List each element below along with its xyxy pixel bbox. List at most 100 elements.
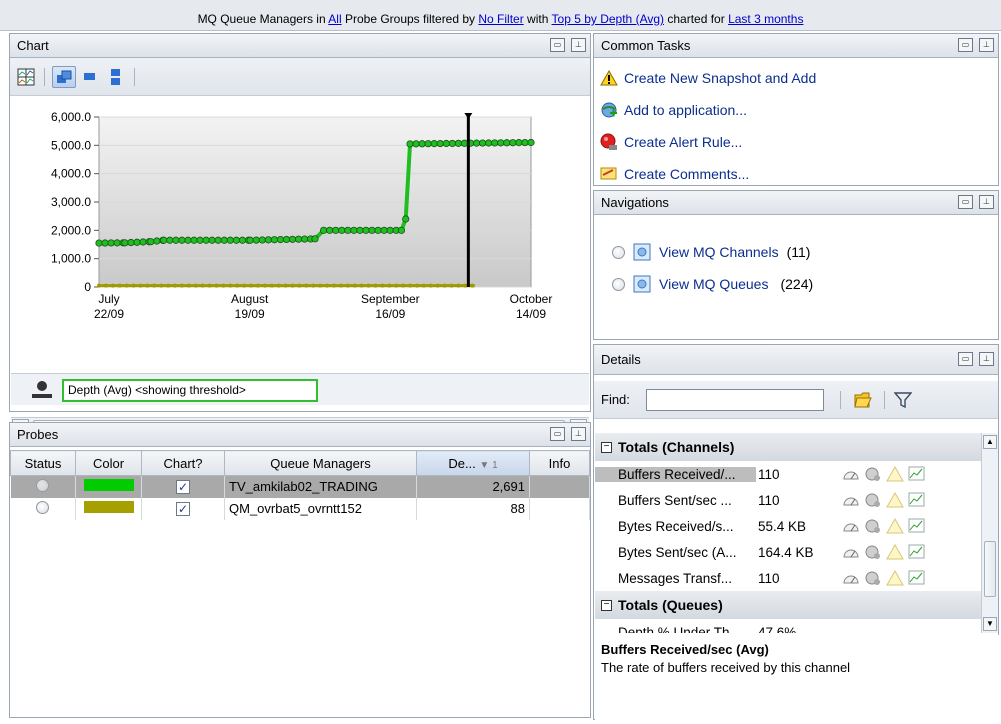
sort-descending-icon: ▼ 1 <box>479 459 498 471</box>
detail-row[interactable]: Bytes Received/s... 55.4 KB <box>595 513 998 539</box>
warning-icon[interactable] <box>886 492 904 508</box>
minimize-icon[interactable]: ▭ <box>958 38 973 52</box>
data-point <box>288 235 297 243</box>
pin-icon[interactable]: ⊥ <box>571 427 586 441</box>
detail-value: 55.4 KB <box>758 518 807 534</box>
column-status[interactable]: Status <box>10 450 76 476</box>
trend-chart-icon[interactable] <box>908 570 926 586</box>
globe-icon[interactable] <box>864 518 882 534</box>
gauge-icon[interactable] <box>842 467 860 481</box>
globe-icon[interactable] <box>864 492 882 508</box>
time-range-link[interactable]: Last 3 months <box>728 12 803 26</box>
status-cell[interactable] <box>10 475 76 498</box>
common-tasks-header: Common Tasks ▭ ⊥ <box>594 34 998 58</box>
data-point <box>153 237 161 245</box>
data-point <box>200 283 205 288</box>
scroll-down-icon[interactable]: ▼ <box>983 617 997 631</box>
column-depth-label: De... <box>448 455 476 471</box>
gauge-icon[interactable] <box>842 545 860 559</box>
minimize-icon[interactable]: ▭ <box>550 38 565 52</box>
overlay-view-button[interactable] <box>52 66 76 88</box>
trend-chart-icon[interactable] <box>908 544 926 560</box>
warning-icon[interactable] <box>886 544 904 560</box>
grid-view-button[interactable] <box>14 66 38 88</box>
details-vertical-scrollbar[interactable]: ▲ ▼ <box>981 433 998 633</box>
probe-group-link[interactable]: All <box>328 12 341 26</box>
filter-link[interactable]: No Filter <box>478 12 523 26</box>
group-totals-channels[interactable]: − Totals (Channels) <box>595 433 998 461</box>
toolbar-separator <box>840 391 841 409</box>
create-snapshot-task[interactable]: Create New Snapshot and Add <box>600 67 816 89</box>
pin-icon[interactable]: ⊥ <box>979 195 994 209</box>
pin-icon[interactable]: ⊥ <box>571 38 586 52</box>
nav-label[interactable]: View MQ Queues <box>659 276 768 292</box>
collapse-icon[interactable]: − <box>601 599 612 611</box>
detail-row[interactable]: Messages Transf... 110 <box>595 565 998 591</box>
stacked-view-button[interactable] <box>104 66 128 88</box>
column-depth[interactable]: De... ▼ 1 <box>416 450 530 476</box>
create-comments-task[interactable]: Create Comments... <box>600 163 749 185</box>
globe-icon[interactable] <box>864 466 882 482</box>
filter-icon[interactable] <box>894 391 912 409</box>
create-alert-rule-task[interactable]: Create Alert Rule... <box>600 131 742 153</box>
gauge-icon[interactable] <box>842 519 860 533</box>
detail-row[interactable]: Buffers Received/... 110 <box>595 461 998 487</box>
common-tasks-title: Common Tasks <box>601 38 691 53</box>
data-point <box>380 283 385 288</box>
chart-toolbar <box>10 58 590 96</box>
minimize-icon[interactable]: ▭ <box>958 195 973 209</box>
top-n-link[interactable]: Top 5 by Depth (Avg) <box>552 12 665 26</box>
alert-rule-icon <box>600 133 617 150</box>
details-header: Details ▭ ⊥ <box>594 345 998 375</box>
group-totals-queues[interactable]: − Totals (Queues) <box>595 591 998 619</box>
column-info[interactable]: Info <box>529 450 590 476</box>
data-point <box>159 283 164 288</box>
data-point <box>228 283 233 288</box>
single-view-button[interactable] <box>78 66 102 88</box>
minimize-icon[interactable]: ▭ <box>550 427 565 441</box>
table-row[interactable]: ✓ QM_ovrbat5_ovrntt152 88 <box>10 497 590 520</box>
scroll-thumb[interactable] <box>984 541 996 597</box>
minimize-icon[interactable]: ▭ <box>958 352 973 366</box>
column-queue-managers[interactable]: Queue Managers <box>224 450 417 476</box>
table-row[interactable]: ✓ TV_amkilab02_TRADING 2,691 <box>10 475 590 498</box>
globe-icon[interactable] <box>864 544 882 560</box>
find-input[interactable] <box>646 389 824 411</box>
nav-item-mq-queues[interactable]: View MQ Queues (224) <box>612 275 813 293</box>
radio-icon[interactable] <box>612 245 625 259</box>
chart-checkbox[interactable]: ✓ <box>176 502 190 516</box>
detail-row[interactable]: Depth % Under Th... 47.6% <box>595 619 998 634</box>
globe-icon[interactable] <box>864 570 882 586</box>
collapse-icon[interactable]: − <box>601 441 612 453</box>
data-point <box>449 283 454 288</box>
gauge-icon[interactable] <box>842 571 860 585</box>
trend-chart-icon[interactable] <box>908 518 926 534</box>
chart-checkbox[interactable]: ✓ <box>176 480 190 495</box>
nav-item-mq-channels[interactable]: View MQ Channels (11) <box>612 243 810 261</box>
warning-icon[interactable] <box>886 466 904 482</box>
radio-icon[interactable] <box>612 277 625 291</box>
warning-icon[interactable] <box>886 518 904 534</box>
nav-label[interactable]: View MQ Channels <box>659 244 779 260</box>
detail-row[interactable]: Bytes Sent/sec (A... 164.4 KB <box>595 539 998 565</box>
column-color[interactable]: Color <box>75 450 142 476</box>
data-point <box>332 226 340 234</box>
status-cell[interactable] <box>10 497 76 520</box>
detail-row[interactable]: Buffers Sent/sec ... 110 <box>595 487 998 513</box>
add-to-application-task[interactable]: Add to application... <box>600 99 747 121</box>
trend-chart-icon[interactable] <box>908 466 926 482</box>
y-tick-label: 5,000.0 <box>51 138 91 152</box>
folder-icon[interactable] <box>852 390 872 410</box>
warning-icon[interactable] <box>886 570 904 586</box>
legend-entry[interactable]: Depth (Avg) <showing threshold> <box>62 379 318 402</box>
color-swatch <box>83 479 134 492</box>
data-point <box>304 283 309 288</box>
trend-chart-icon[interactable] <box>908 492 926 508</box>
data-point <box>193 283 198 288</box>
data-point <box>521 138 529 147</box>
gauge-icon[interactable] <box>842 493 860 507</box>
scroll-up-icon[interactable]: ▲ <box>983 435 997 449</box>
pin-icon[interactable]: ⊥ <box>979 38 994 52</box>
column-chart[interactable]: Chart? <box>141 450 225 476</box>
pin-icon[interactable]: ⊥ <box>979 352 994 366</box>
